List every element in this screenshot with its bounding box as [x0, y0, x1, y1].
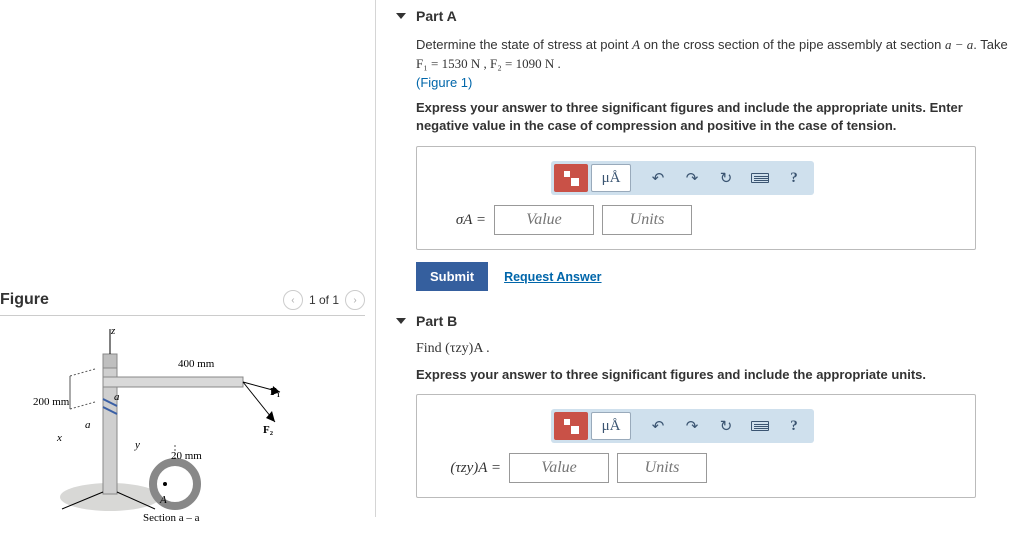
partB-instruction: Express your answer to three significant…	[416, 366, 1014, 385]
section-a-lower: a	[85, 419, 91, 431]
partB-prompt: Find (τzy)A .	[416, 339, 1014, 359]
reset-button[interactable]: ↻	[709, 412, 743, 440]
pager-next-button[interactable]: ›	[345, 290, 365, 310]
partB-symbol: (τzy)A =	[431, 460, 501, 477]
template-picker-button[interactable]	[554, 412, 588, 440]
force-f2-label: F₂	[263, 424, 273, 436]
partB-disclose-icon[interactable]	[396, 318, 406, 324]
partA-prompt: Determine the state of stress at point A…	[416, 36, 1014, 93]
axis-y-label: y	[135, 439, 140, 451]
help-button[interactable]: ?	[777, 164, 811, 192]
pager-status: 1 of 1	[309, 293, 339, 307]
redo-button[interactable]: ↷	[675, 164, 709, 192]
reset-button[interactable]: ↻	[709, 164, 743, 192]
undo-button[interactable]: ↶	[641, 164, 675, 192]
figure-title: Figure	[0, 291, 49, 309]
dim-20mm: 20 mm	[171, 450, 202, 462]
partB-answer-box: μÅ ↶ ↷ ↻ ? (τzy)A =	[416, 394, 976, 498]
partA-answer-box: μÅ ↶ ↷ ↻ ? σA =	[416, 146, 976, 250]
partB-title: Part B	[416, 313, 457, 329]
partA-units-input[interactable]	[602, 205, 692, 235]
axis-z-label: z	[111, 325, 115, 337]
partB-toolbar: μÅ ↶ ↷ ↻ ?	[551, 409, 814, 443]
partA-symbol: σA =	[431, 212, 486, 229]
dim-400mm: 400 mm	[178, 358, 214, 370]
redo-button[interactable]: ↷	[675, 412, 709, 440]
units-picker-button[interactable]: μÅ	[591, 412, 631, 440]
partA-request-answer-link[interactable]: Request Answer	[504, 270, 601, 284]
pager-prev-button[interactable]: ‹	[283, 290, 303, 310]
section-a-upper: a	[114, 391, 120, 403]
dim-200mm: 200 mm	[33, 396, 69, 408]
partB-units-input[interactable]	[617, 453, 707, 483]
units-picker-button[interactable]: μÅ	[591, 164, 631, 192]
axis-x-label: x	[57, 432, 62, 444]
partA-value-input[interactable]	[494, 205, 594, 235]
point-a-label: A	[160, 494, 167, 506]
keyboard-icon	[751, 173, 769, 183]
partA-instruction: Express your answer to three significant…	[416, 99, 1014, 137]
figure-image: z x y 400 mm 200 mm 20 mm F₁ F₂ a a A Se…	[0, 324, 365, 534]
partA-disclose-icon[interactable]	[396, 13, 406, 19]
partB-value-input[interactable]	[509, 453, 609, 483]
force-f1-label: F₁	[270, 386, 280, 398]
keyboard-button[interactable]	[743, 164, 777, 192]
section-caption: Section a – a	[143, 512, 200, 524]
partA-toolbar: μÅ ↶ ↷ ↻ ?	[551, 161, 814, 195]
template-picker-button[interactable]	[554, 164, 588, 192]
keyboard-icon	[751, 421, 769, 431]
partA-submit-button[interactable]: Submit	[416, 262, 488, 291]
partA-title: Part A	[416, 8, 457, 24]
undo-button[interactable]: ↶	[641, 412, 675, 440]
help-button[interactable]: ?	[777, 412, 811, 440]
figure-link[interactable]: (Figure 1)	[416, 75, 472, 90]
keyboard-button[interactable]	[743, 412, 777, 440]
